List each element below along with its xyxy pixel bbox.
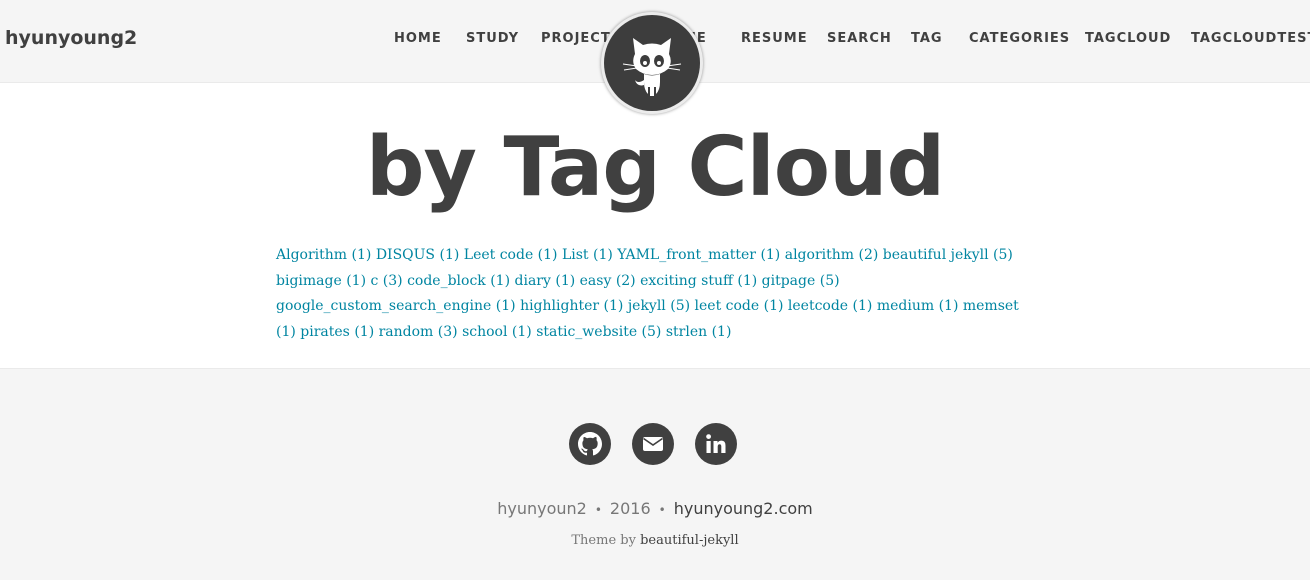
tag-link[interactable]: pirates (1) (300, 324, 374, 340)
github-link[interactable] (569, 423, 611, 465)
copyright-line: hyunyoun2 • 2016 • hyunyoung2.com (0, 499, 1310, 518)
tag-link[interactable]: easy (2) (580, 273, 636, 289)
tag-link[interactable]: Leet code (1) (464, 247, 558, 263)
footer-site-link[interactable]: hyunyoung2.com (674, 499, 813, 518)
tag-link[interactable]: school (1) (462, 324, 532, 340)
tag-link[interactable]: leetcode (1) (788, 298, 872, 314)
tag-link[interactable]: List (1) (562, 247, 613, 263)
nav-item-tagcloud[interactable]: TAGCLOUD (1085, 31, 1171, 46)
tag-link[interactable]: medium (1) (877, 298, 959, 314)
tag-link[interactable]: code_block (1) (407, 273, 510, 289)
tag-link[interactable]: algorithm (2) (785, 247, 879, 263)
tag-link[interactable]: random (3) (379, 324, 458, 340)
nav-item-home[interactable]: HOME (394, 31, 442, 46)
tag-link[interactable]: static_website (5) (536, 324, 661, 340)
github-icon (578, 432, 602, 456)
site-brand[interactable]: hyunyoung2 (5, 27, 137, 49)
tag-link[interactable]: beautiful jekyll (5) (883, 247, 1013, 263)
tag-link[interactable]: google_custom_search_engine (1) (276, 298, 516, 314)
nav-item-tag[interactable]: TAG (911, 31, 943, 46)
email-link[interactable] (632, 423, 674, 465)
octocat-icon (622, 38, 682, 96)
envelope-icon (643, 437, 663, 451)
theme-prefix: Theme by (571, 533, 636, 548)
page-title: by Tag Cloud (365, 120, 945, 215)
tag-link[interactable]: strlen (1) (666, 324, 732, 340)
tag-link[interactable]: highlighter (1) (520, 298, 623, 314)
theme-credit: Theme by beautiful-jekyll (0, 533, 1310, 548)
nav-item-resume[interactable]: RESUME (741, 31, 808, 46)
footer-author: hyunyoun2 (497, 499, 587, 518)
footer-year: 2016 (609, 499, 651, 518)
tag-link[interactable]: DISQUS (1) (376, 247, 460, 263)
footer-separator: • (658, 503, 666, 517)
tag-cloud: Algorithm (1) DISQUS (1) Leet code (1) L… (276, 243, 1026, 345)
nav-item-categories[interactable]: CATEGORIES (969, 31, 1070, 46)
tag-link[interactable]: Algorithm (1) (276, 247, 371, 263)
tag-link[interactable]: leet code (1) (695, 298, 784, 314)
navbar: hyunyoung2 HOME STUDY PROJECTS ME RESUME… (0, 0, 1310, 114)
tag-link[interactable]: YAML_front_matter (1) (617, 247, 780, 263)
tag-link[interactable]: jekyll (5) (628, 298, 690, 314)
tag-link[interactable]: gitpage (5) (762, 273, 840, 289)
nav-item-search[interactable]: SEARCH (827, 31, 892, 46)
theme-link[interactable]: beautiful-jekyll (640, 533, 739, 548)
tag-link[interactable]: exciting stuff (1) (640, 273, 757, 289)
linkedin-icon (706, 434, 726, 453)
footer: hyunyoun2 • 2016 • hyunyoung2.com Theme by b… (0, 368, 1310, 580)
avatar[interactable] (601, 12, 703, 114)
tag-link[interactable]: bigimage (1) (276, 273, 366, 289)
tag-link[interactable]: c (3) (370, 273, 402, 289)
nav-item-study[interactable]: STUDY (466, 31, 519, 46)
footer-separator: • (594, 503, 602, 517)
tag-link[interactable]: diary (1) (515, 273, 576, 289)
nav-item-tagcloudtest[interactable]: TAGCLOUDTEST (1191, 31, 1310, 46)
linkedin-link[interactable] (695, 423, 737, 465)
